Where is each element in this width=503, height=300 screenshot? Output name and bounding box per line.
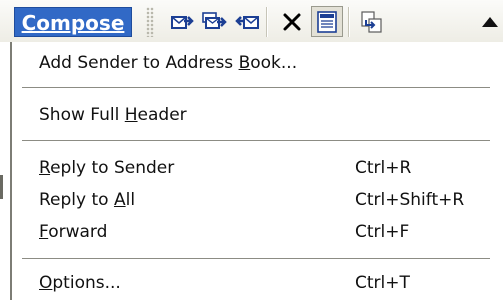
message-toolbar: Compose <box>0 0 503 43</box>
reply-to-sender-icon <box>171 15 194 29</box>
delete-icon <box>283 13 301 30</box>
menu-item-label: Show Full Header <box>39 105 187 125</box>
delete-button[interactable] <box>276 6 308 37</box>
menu-item-reply-to-sender[interactable]: Reply to Sender Ctrl+R <box>12 153 503 183</box>
menu-item-reply-to-all[interactable]: Reply to All Ctrl+Shift+R <box>12 185 503 215</box>
menu-item-shortcut: Ctrl+F <box>355 222 410 242</box>
menu-item-options[interactable]: Options... Ctrl+T <box>12 268 503 298</box>
menu-item-add-sender-to-address-book[interactable]: Add Sender to Address Book... <box>12 48 503 78</box>
menu-item-label: Forward <box>39 222 108 242</box>
background-window-edge <box>0 175 3 199</box>
menu-item-shortcut: Ctrl+T <box>355 273 410 293</box>
previous-message-button[interactable] <box>474 6 503 37</box>
reply-to-sender-button[interactable] <box>166 6 198 37</box>
reply-to-all-icon <box>202 11 227 29</box>
menu-item-forward[interactable]: Forward Ctrl+F <box>12 217 503 247</box>
toolbar-separator <box>266 7 268 37</box>
move-message-icon <box>361 10 382 33</box>
menu-item-shortcut: Ctrl+R <box>355 158 412 178</box>
menu-item-show-full-header[interactable]: Show Full Header <box>12 100 503 130</box>
full-header-icon <box>317 10 337 33</box>
menu-item-label: Options... <box>39 273 121 293</box>
forward-button[interactable] <box>231 6 263 37</box>
menu-separator <box>22 87 490 89</box>
reply-to-all-button[interactable] <box>198 6 230 37</box>
forward-icon <box>235 15 259 29</box>
menu-separator <box>22 140 490 142</box>
compose-menu-button[interactable]: Compose <box>14 7 132 37</box>
menu-item-shortcut: Ctrl+Shift+R <box>355 190 465 210</box>
previous-message-icon <box>482 16 498 27</box>
full-header-toggle-button[interactable] <box>311 6 343 37</box>
move-message-button[interactable] <box>356 6 388 37</box>
toolbar-grip[interactable] <box>146 7 154 37</box>
menu-item-label: Reply to Sender <box>39 158 175 178</box>
toolbar-separator <box>348 7 350 37</box>
menu-item-label: Reply to All <box>39 190 136 210</box>
menu-item-label: Add Sender to Address Book... <box>39 53 298 73</box>
menu-separator <box>22 258 490 260</box>
